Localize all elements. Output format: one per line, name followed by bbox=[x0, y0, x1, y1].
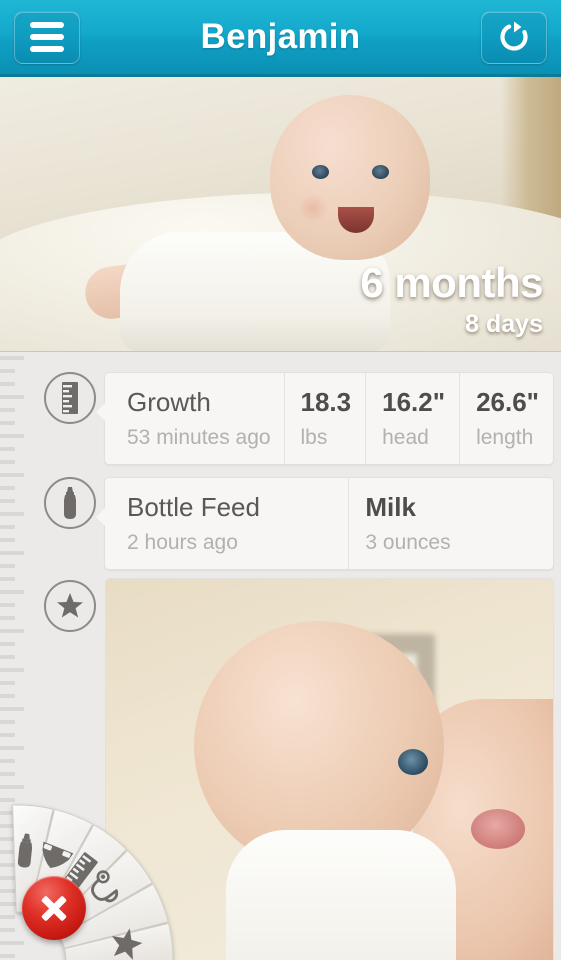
growth-time: 53 minutes ago bbox=[127, 425, 271, 449]
ruler-icon-badge[interactable] bbox=[44, 372, 96, 424]
growth-title: Growth bbox=[127, 387, 211, 417]
hero-baby-eye-right bbox=[372, 165, 389, 179]
bottle-feed-card[interactable]: Bottle Feed 2 hours ago Milk 3 ounces bbox=[96, 477, 554, 570]
bottle-card-main: Bottle Feed 2 hours ago bbox=[105, 478, 348, 569]
growth-card[interactable]: Growth 53 minutes ago 18.3 lbs 16.2" hea… bbox=[96, 372, 554, 465]
growth-head-value: 16.2" bbox=[382, 387, 446, 417]
page-title: Benjamin bbox=[200, 17, 361, 56]
hero-baby-eye-left bbox=[312, 165, 329, 179]
photo-adult-lips bbox=[471, 809, 525, 849]
bottle-title: Bottle Feed bbox=[127, 492, 260, 522]
growth-stat-head: 16.2" head bbox=[365, 373, 459, 464]
hamburger-menu-icon bbox=[30, 22, 64, 52]
timeline-entry-bottle-feed[interactable]: Bottle Feed 2 hours ago Milk 3 ounces bbox=[0, 477, 561, 570]
growth-length-unit: length bbox=[476, 425, 534, 449]
growth-card-main: Growth 53 minutes ago bbox=[105, 373, 284, 464]
hero-photo[interactable]: 6 months 8 days bbox=[0, 77, 561, 352]
timeline-entry-growth[interactable]: Growth 53 minutes ago 18.3 lbs 16.2" hea… bbox=[0, 372, 561, 465]
growth-stat-length: 26.6" length bbox=[459, 373, 553, 464]
refresh-button[interactable] bbox=[481, 10, 547, 64]
close-menu-button[interactable] bbox=[22, 876, 86, 940]
photo-baby-eye bbox=[398, 749, 428, 775]
bottle-stat-milk: Milk 3 ounces bbox=[348, 478, 553, 569]
growth-length-value: 26.6" bbox=[476, 387, 539, 417]
growth-weight-value: 18.3 bbox=[300, 387, 352, 417]
bottle-amount-unit: 3 ounces bbox=[365, 530, 451, 554]
app-root: Benjamin 6 months 8 days Growth 53 minut… bbox=[0, 0, 561, 960]
age-days: 8 days bbox=[465, 310, 543, 338]
ruler-icon bbox=[62, 382, 78, 414]
app-header: Benjamin bbox=[0, 0, 561, 77]
age-months: 6 months bbox=[360, 259, 543, 306]
age-overlay: 6 months 8 days bbox=[360, 262, 543, 337]
bottle-icon-badge[interactable] bbox=[44, 477, 96, 529]
refresh-icon bbox=[500, 21, 528, 51]
hero-baby-cheek bbox=[296, 195, 330, 221]
growth-weight-unit: lbs bbox=[300, 425, 328, 449]
bottle-icon bbox=[64, 487, 76, 519]
hero-baby-head bbox=[270, 95, 430, 260]
bottle-type-value: Milk bbox=[365, 492, 416, 522]
growth-stat-weight: 18.3 lbs bbox=[283, 373, 366, 464]
bottle-time: 2 hours ago bbox=[127, 530, 238, 554]
growth-head-unit: head bbox=[382, 425, 429, 449]
close-x-icon bbox=[39, 893, 69, 923]
menu-button[interactable] bbox=[14, 10, 80, 64]
